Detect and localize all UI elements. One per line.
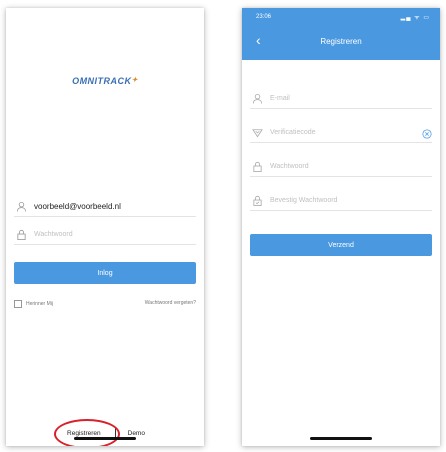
login-button[interactable]: Inlog: [14, 262, 196, 284]
password-placeholder: Wachtwoord: [270, 162, 309, 170]
lock-check-icon: [250, 193, 264, 207]
user-icon: [250, 91, 264, 105]
remember-me[interactable]: Herinner Mij: [14, 300, 53, 308]
forgot-password-link[interactable]: Wachtwoord vergeten?: [145, 300, 196, 306]
home-indicator: [310, 437, 372, 440]
register-screen: 23:06 ▂▄ ᯤ ▭ ‹ Registreren E-mail Verifi…: [242, 8, 440, 446]
register-link[interactable]: Registreren: [54, 419, 121, 446]
clear-icon[interactable]: [422, 126, 432, 144]
register-email-field[interactable]: E-mail: [250, 88, 432, 109]
shield-icon: [250, 125, 264, 139]
code-placeholder: Verificatiecode: [270, 128, 316, 136]
register-header: 23:06 ▂▄ ᯤ ▭ ‹ Registreren: [242, 8, 440, 60]
verification-code-field[interactable]: Verificatiecode: [250, 122, 432, 143]
status-time: 23:06: [256, 14, 272, 20]
password-placeholder: Wachtwoord: [34, 230, 73, 238]
logo-text: OMNITRACK: [72, 76, 132, 86]
email-field[interactable]: voorbeeld@voorbeeld.nl: [14, 196, 196, 217]
status-icons: ▂▄ ᯤ ▭: [400, 15, 430, 21]
confirm-password-field[interactable]: Bevestig Wachtwoord: [250, 190, 432, 211]
user-icon: [14, 199, 28, 213]
remember-label: Herinner Mij: [26, 301, 53, 307]
register-password-field[interactable]: Wachtwoord: [250, 156, 432, 177]
lock-icon: [14, 227, 28, 241]
home-indicator: [74, 437, 136, 440]
login-screen: OMNITRACK✦ voorbeeld@voorbeeld.nl Wachtw…: [6, 8, 204, 446]
remember-checkbox[interactable]: [14, 300, 22, 308]
submit-button[interactable]: Verzend: [250, 234, 432, 256]
app-logo: OMNITRACK✦: [6, 76, 204, 86]
password-field[interactable]: Wachtwoord: [14, 224, 196, 245]
highlight-circle: [54, 419, 121, 446]
email-placeholder: E-mail: [270, 94, 290, 102]
logo-spark-icon: ✦: [131, 77, 138, 84]
email-value: voorbeeld@voorbeeld.nl: [34, 201, 121, 211]
demo-link[interactable]: Demo: [128, 430, 145, 437]
page-title: Registreren: [320, 37, 362, 46]
confirm-placeholder: Bevestig Wachtwoord: [270, 196, 338, 204]
lock-icon: [250, 159, 264, 173]
